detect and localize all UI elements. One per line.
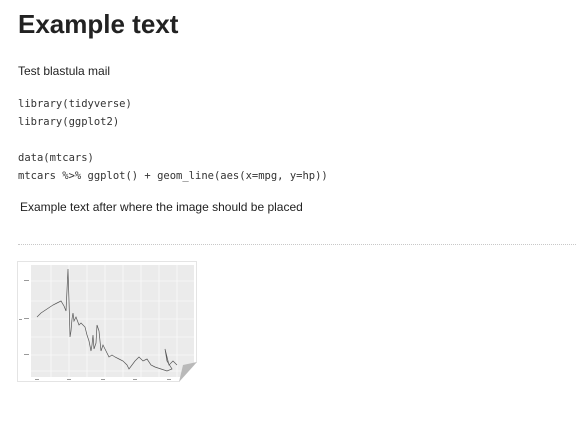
- code-block: library(tidyverse) library(ggplot2) data(m…: [18, 95, 328, 185]
- page-title: Example text: [18, 9, 179, 39]
- plot-thumbnail-image: [17, 261, 197, 382]
- code-line: data(mtcars): [18, 152, 94, 164]
- section-divider: [18, 244, 576, 245]
- code-line: mtcars %>% ggplot() + geom_line(aes(x=mp…: [18, 170, 328, 182]
- code-line: library(tidyverse): [18, 98, 132, 110]
- plot-panel: [31, 265, 194, 377]
- email-body: Example text Test blastula mail library(…: [0, 0, 578, 421]
- code-line: library(ggplot2): [18, 116, 120, 128]
- after-image-paragraph: Example text after where the image shoul…: [20, 200, 303, 214]
- intro-paragraph: Test blastula mail: [18, 64, 111, 78]
